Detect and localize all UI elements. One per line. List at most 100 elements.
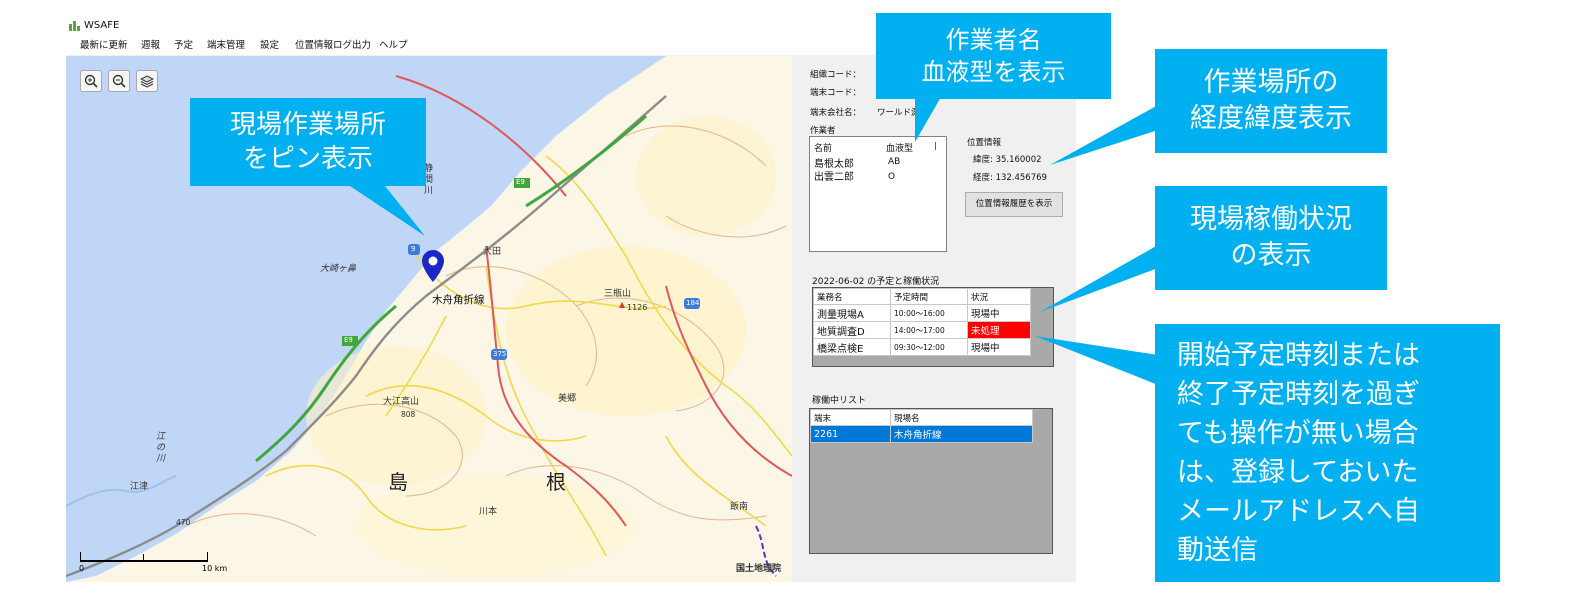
map-label-misato: 美郷 <box>558 394 577 404</box>
active-col-site: 現場名 <box>890 409 1033 426</box>
zoom-in-icon <box>84 74 98 88</box>
position-label: 位置情報 <box>967 138 1002 148</box>
menu-terminals[interactable]: 端末管理 <box>207 36 245 55</box>
callout-pin: 現場作業場所 をピン表示 <box>190 98 426 186</box>
callout-alert-line: ても操作が無い場合 <box>1177 418 1419 449</box>
workers-list[interactable]: 名前 血液型 | 島根太郎 AB 出雲二郎 O <box>809 136 947 252</box>
workers-col-blood: 血液型 <box>886 144 914 154</box>
schedule-time: 14:00～17:00 <box>890 321 968 339</box>
callout-status-line: の表示 <box>1230 240 1312 271</box>
callout-coordinates: 作業場所の 経度緯度表示 <box>1155 49 1387 153</box>
active-list-grid[interactable]: 端末 現場名 2261 木舟角折線 <box>809 408 1053 554</box>
expressway-e9-shield-b: E9 <box>344 336 353 344</box>
schedule-row[interactable]: 橋梁点検E 09:30～12:00 現場中 <box>813 338 1031 356</box>
schedule-col-status: 状況 <box>967 288 1031 305</box>
map-label-sanbe-elev: 1126 <box>627 303 648 312</box>
schedule-time: 09:30～12:00 <box>890 338 968 356</box>
scale-end: 10 km <box>202 564 228 573</box>
callout-worker-line: 作業者名 <box>945 26 1042 54</box>
callout-alert-line: 開始予定時刻または <box>1177 340 1420 371</box>
callout-pin-line: をピン表示 <box>242 144 373 174</box>
zoom-in-button[interactable] <box>80 70 102 92</box>
callout-site-status: 現場稼働状況 の表示 <box>1155 186 1387 290</box>
company-value: ワールド測 <box>877 108 920 118</box>
zoom-out-icon <box>112 74 126 88</box>
map-label-shima: 島 <box>388 470 408 494</box>
workers-col-name: 名前 <box>814 144 833 154</box>
callout-worker-info: 作業者名 血液型を表示 <box>876 13 1111 99</box>
map-label-oeta: 大江高山 <box>383 397 420 407</box>
pin-label: 木舟角折線 <box>432 294 485 306</box>
menu-settings[interactable]: 設定 <box>260 36 279 55</box>
layers-icon <box>140 75 154 88</box>
layers-button[interactable] <box>136 70 158 92</box>
terminal-code-label: 端末コード： <box>810 88 862 98</box>
callout-auto-email: 開始予定時刻または 終了予定時刻を過ぎ ても操作が無い場合 は、登録しておいた … <box>1155 324 1500 582</box>
map-label-osakigahana: 大崎ヶ鼻 <box>320 264 357 274</box>
active-header-row: 端末 現場名 <box>810 409 1033 426</box>
map-label-ota: 大田 <box>483 247 502 257</box>
callout-worker-line: 血液型を表示 <box>921 58 1066 86</box>
app-logo-icon <box>69 21 81 31</box>
map-attribution: 国土地理院 <box>736 564 782 574</box>
callout-coords-line: 経度緯度表示 <box>1190 103 1352 134</box>
map-label-gotsu: 江津 <box>130 482 149 492</box>
map-base <box>66 56 792 582</box>
route-9-shield: 9 <box>411 245 416 253</box>
menu-help[interactable]: ヘルプ <box>379 36 408 55</box>
callout-status-line: 現場稼働状況 <box>1190 204 1352 235</box>
schedule-col-name: 業務名 <box>813 288 891 305</box>
schedule-time: 10:00～16:00 <box>890 304 968 322</box>
callout-alert-line: は、登録しておいた <box>1177 457 1419 488</box>
org-code-label: 組織コード： <box>810 70 862 80</box>
scale-bar <box>80 552 208 562</box>
company-label: 端末会社名： <box>810 108 862 118</box>
workers-label: 作業者 <box>810 126 836 136</box>
menu-refresh[interactable]: 最新に更新 <box>80 36 128 55</box>
worker-blood: O <box>888 172 896 182</box>
map-view[interactable]: 静間川 大田 大崎ヶ鼻 三瓶山 1126 大江高山 808 江の川 江津 美郷 … <box>66 56 792 582</box>
schedule-name: 橋梁点検E <box>813 338 891 356</box>
worker-name: 出雲二郎 <box>814 172 854 183</box>
route-375-shield: 375 <box>493 350 507 358</box>
map-label-iinan: 飯南 <box>730 502 749 512</box>
schedule-grid[interactable]: 業務名 予定時間 状況 測量現場A 10:00～16:00 現場中 地質調査D … <box>812 287 1054 367</box>
schedule-status: 現場中 <box>967 304 1031 322</box>
location-pin-icon[interactable] <box>422 250 444 282</box>
active-terminal: 2261 <box>810 425 891 443</box>
location-history-button[interactable]: 位置情報履歴を表示 <box>965 192 1063 217</box>
map-label-oeta-elev: 808 <box>401 410 416 419</box>
schedule-name: 測量現場A <box>813 304 891 322</box>
info-panel: 組織コード： 端末コード： 端末会社名： ワールド測 作業者 名前 血液型 | … <box>793 56 1076 582</box>
latitude-value: 緯度: 35.160002 <box>973 155 1042 165</box>
zoom-out-button[interactable] <box>108 70 130 92</box>
active-col-terminal: 端末 <box>810 409 891 426</box>
active-site: 木舟角折線 <box>890 425 1033 443</box>
menu-location-log[interactable]: 位置情報ログ出力 <box>295 36 371 55</box>
menu-weekly[interactable]: 週報 <box>141 36 160 55</box>
schedule-header-row: 業務名 予定時間 状況 <box>813 288 1031 305</box>
callout-coords-line: 作業場所の <box>1203 67 1339 98</box>
callout-pin-line: 現場作業場所 <box>229 110 386 140</box>
schedule-row[interactable]: 測量現場A 10:00～16:00 現場中 <box>813 304 1031 322</box>
longitude-value: 経度: 132.456769 <box>973 173 1047 183</box>
callout-alert-line: メールアドレスへ自 <box>1177 496 1420 527</box>
callout-alert-line: 動送信 <box>1177 535 1258 566</box>
scale-start: 0 <box>79 564 85 573</box>
schedule-status: 現場中 <box>967 338 1031 356</box>
schedule-name: 地質調査D <box>813 321 891 339</box>
map-label-gonokawa: 江の川 <box>156 432 166 464</box>
map-label-elev470: 470 <box>176 518 191 527</box>
schedule-row[interactable]: 地質調査D 14:00～17:00 未処理 <box>813 321 1031 339</box>
active-row-selected[interactable]: 2261 木舟角折線 <box>810 425 1033 443</box>
active-list-title: 稼働中リスト <box>812 396 867 406</box>
schedule-title: 2022-06-02 の予定と稼働状況 <box>812 277 940 287</box>
map-label-ne: 根 <box>546 470 566 494</box>
app-title: WSAFE <box>84 20 120 31</box>
expressway-e9-shield-a: E9 <box>516 178 525 186</box>
map-label-kawamoto: 川本 <box>479 507 498 517</box>
map-label-sanbesan: 三瓶山 <box>604 289 632 299</box>
menu-schedule[interactable]: 予定 <box>174 36 193 55</box>
route-184-shield: 184 <box>686 299 700 307</box>
callout-alert-line: 終了予定時刻を過ぎ <box>1177 379 1420 410</box>
